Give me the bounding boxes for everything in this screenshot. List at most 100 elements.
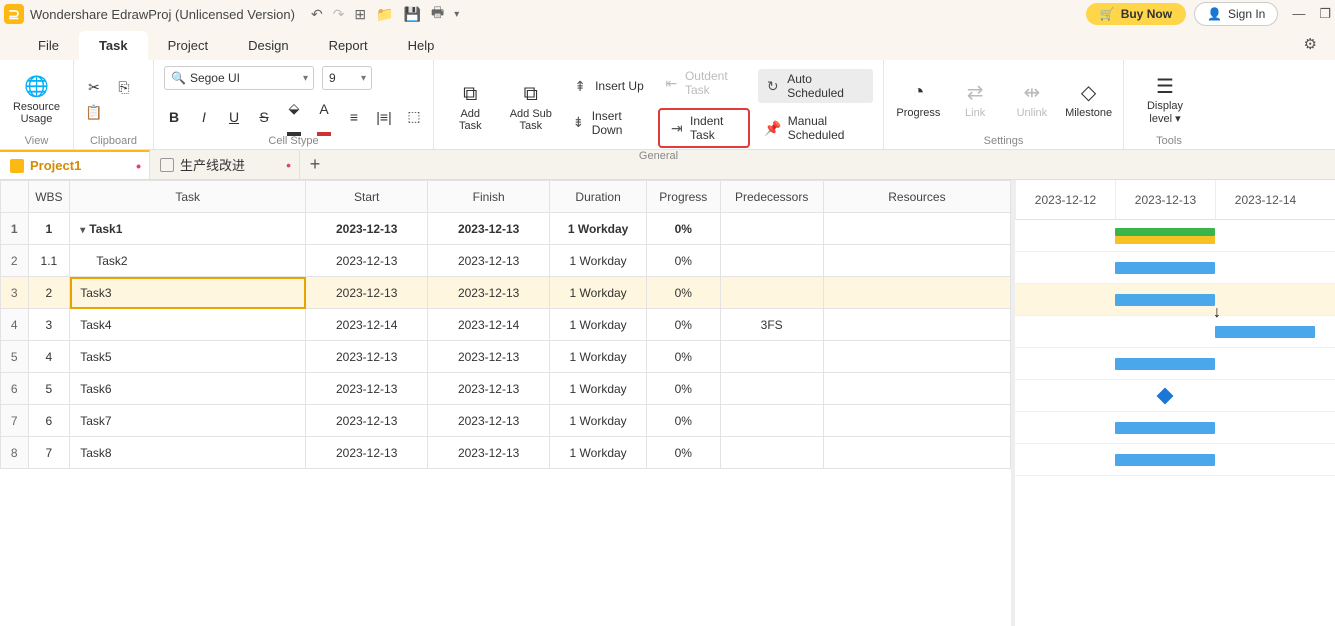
row-number[interactable]: 6: [1, 373, 29, 405]
paste-icon[interactable]: 📋: [84, 104, 104, 121]
cell-finish[interactable]: 2023-12-13: [428, 213, 550, 245]
cell-duration[interactable]: 1 Workday: [550, 437, 647, 469]
open-icon[interactable]: 📁: [376, 6, 393, 23]
gantt-day[interactable]: 2023-12-14: [1215, 180, 1315, 219]
table-row[interactable]: 43Task42023-12-142023-12-141 Workday0%3F…: [1, 309, 1011, 341]
print-icon[interactable]: 🖶: [431, 2, 444, 26]
col-task[interactable]: Task: [70, 181, 306, 213]
add-tab-button[interactable]: +: [300, 154, 330, 175]
gantt-row[interactable]: [1015, 348, 1335, 380]
insert-down-button[interactable]: ⇟Insert Down: [565, 106, 650, 140]
cell-progress[interactable]: 0%: [647, 245, 720, 277]
menu-design[interactable]: Design: [228, 31, 308, 60]
gantt-day[interactable]: 2023-12-13: [1115, 180, 1215, 219]
font-family-select[interactable]: 🔍 Segoe UI: [164, 66, 314, 90]
gantt-summary-bar[interactable]: [1115, 236, 1215, 244]
bold-button[interactable]: B: [164, 109, 184, 125]
table-row[interactable]: 11▾Task12023-12-132023-12-131 Workday0%: [1, 213, 1011, 245]
cell-wbs[interactable]: 5: [28, 373, 70, 405]
add-subtask-button[interactable]: ⧉ Add Sub Task: [505, 82, 558, 132]
gantt-milestone[interactable]: [1157, 388, 1174, 405]
indent-task-button[interactable]: ⇥Indent Task: [658, 108, 750, 148]
add-task-button[interactable]: ⧉ Add Task: [444, 82, 497, 132]
line-spacing-button[interactable]: |≡|: [374, 109, 394, 125]
cell-start[interactable]: 2023-12-13: [306, 277, 428, 309]
cell-task-name[interactable]: Task7: [70, 405, 306, 437]
cell-start[interactable]: 2023-12-13: [306, 341, 428, 373]
doctab-2[interactable]: 生产线改进 •: [150, 150, 300, 179]
cell-finish[interactable]: 2023-12-13: [428, 245, 550, 277]
cell-start[interactable]: 2023-12-13: [306, 437, 428, 469]
cell-res[interactable]: [823, 341, 1010, 373]
table-row[interactable]: 76Task72023-12-132023-12-131 Workday0%: [1, 405, 1011, 437]
cell-progress[interactable]: 0%: [647, 373, 720, 405]
cell-task-name[interactable]: Task6: [70, 373, 306, 405]
cell-finish[interactable]: 2023-12-13: [428, 373, 550, 405]
gantt-bar[interactable]: [1215, 326, 1315, 338]
cell-progress[interactable]: 0%: [647, 341, 720, 373]
resource-usage-button[interactable]: 🌐 Resource Usage: [10, 75, 63, 125]
col-duration[interactable]: Duration: [550, 181, 647, 213]
cell-pred[interactable]: [720, 245, 823, 277]
underline-button[interactable]: U: [224, 109, 244, 125]
cell-wbs[interactable]: 2: [28, 277, 70, 309]
row-number[interactable]: 2: [1, 245, 29, 277]
milestone-button[interactable]: ◇Milestone: [1064, 81, 1113, 119]
table-row[interactable]: 32Task32023-12-132023-12-131 Workday0%: [1, 277, 1011, 309]
cell-pred[interactable]: [720, 373, 823, 405]
col-wbs[interactable]: WBS: [28, 181, 70, 213]
qat-more-icon[interactable]: ▾: [454, 9, 459, 20]
progress-button[interactable]: ◔Progress: [894, 81, 943, 119]
col-progress[interactable]: Progress: [647, 181, 720, 213]
font-color-button[interactable]: A: [314, 101, 334, 133]
gantt-day[interactable]: 2023-12-12: [1015, 180, 1115, 219]
cell-progress[interactable]: 0%: [647, 277, 720, 309]
cell-pred[interactable]: [720, 405, 823, 437]
cell-duration[interactable]: 1 Workday: [550, 405, 647, 437]
cell-res[interactable]: [823, 437, 1010, 469]
wrap-button[interactable]: ⬚: [404, 108, 424, 125]
cell-progress[interactable]: 0%: [647, 309, 720, 341]
gantt-bar[interactable]: [1115, 358, 1215, 370]
gantt-bar[interactable]: [1115, 422, 1215, 434]
gantt-summary-bar[interactable]: [1115, 228, 1215, 236]
align-button[interactable]: ≡: [344, 109, 364, 125]
insert-up-button[interactable]: ⇞Insert Up: [565, 75, 650, 98]
cell-task-name[interactable]: Task8: [70, 437, 306, 469]
unlink-button[interactable]: ⇹Unlink: [1008, 81, 1057, 119]
cell-start[interactable]: 2023-12-13: [306, 213, 428, 245]
cell-task-name[interactable]: ▾Task1: [70, 213, 306, 245]
cell-task-name[interactable]: Task2: [70, 245, 306, 277]
gantt-bar[interactable]: [1115, 262, 1215, 274]
cell-task-name[interactable]: Task5: [70, 341, 306, 373]
row-number[interactable]: 5: [1, 341, 29, 373]
cell-pred[interactable]: [720, 213, 823, 245]
cell-finish[interactable]: 2023-12-14: [428, 309, 550, 341]
cell-finish[interactable]: 2023-12-13: [428, 341, 550, 373]
menu-task[interactable]: Task: [79, 31, 148, 60]
minimize-icon[interactable]: —: [1292, 6, 1305, 22]
save-icon[interactable]: 💾: [404, 6, 421, 23]
cell-res[interactable]: [823, 373, 1010, 405]
gantt-chart[interactable]: 2023-12-12 2023-12-13 2023-12-14 ↓: [1015, 180, 1335, 626]
table-row[interactable]: 87Task82023-12-132023-12-131 Workday0%: [1, 437, 1011, 469]
cell-duration[interactable]: 1 Workday: [550, 309, 647, 341]
table-row[interactable]: 54Task52023-12-132023-12-131 Workday0%: [1, 341, 1011, 373]
fill-color-button[interactable]: ⬙: [284, 100, 304, 133]
cell-finish[interactable]: 2023-12-13: [428, 437, 550, 469]
sign-in-button[interactable]: 👤 Sign In: [1194, 2, 1278, 26]
collapse-icon[interactable]: ▾: [80, 225, 85, 236]
cell-duration[interactable]: 1 Workday: [550, 277, 647, 309]
row-number[interactable]: 8: [1, 437, 29, 469]
gantt-row[interactable]: [1015, 444, 1335, 476]
row-number[interactable]: 7: [1, 405, 29, 437]
menu-project[interactable]: Project: [148, 31, 228, 60]
cell-wbs[interactable]: 6: [28, 405, 70, 437]
table-row[interactable]: 21.1Task22023-12-132023-12-131 Workday0%: [1, 245, 1011, 277]
col-resources[interactable]: Resources: [823, 181, 1010, 213]
cell-task-name[interactable]: Task4: [70, 309, 306, 341]
cell-duration[interactable]: 1 Workday: [550, 373, 647, 405]
gantt-row[interactable]: [1015, 380, 1335, 412]
cell-pred[interactable]: [720, 437, 823, 469]
row-number[interactable]: 4: [1, 309, 29, 341]
